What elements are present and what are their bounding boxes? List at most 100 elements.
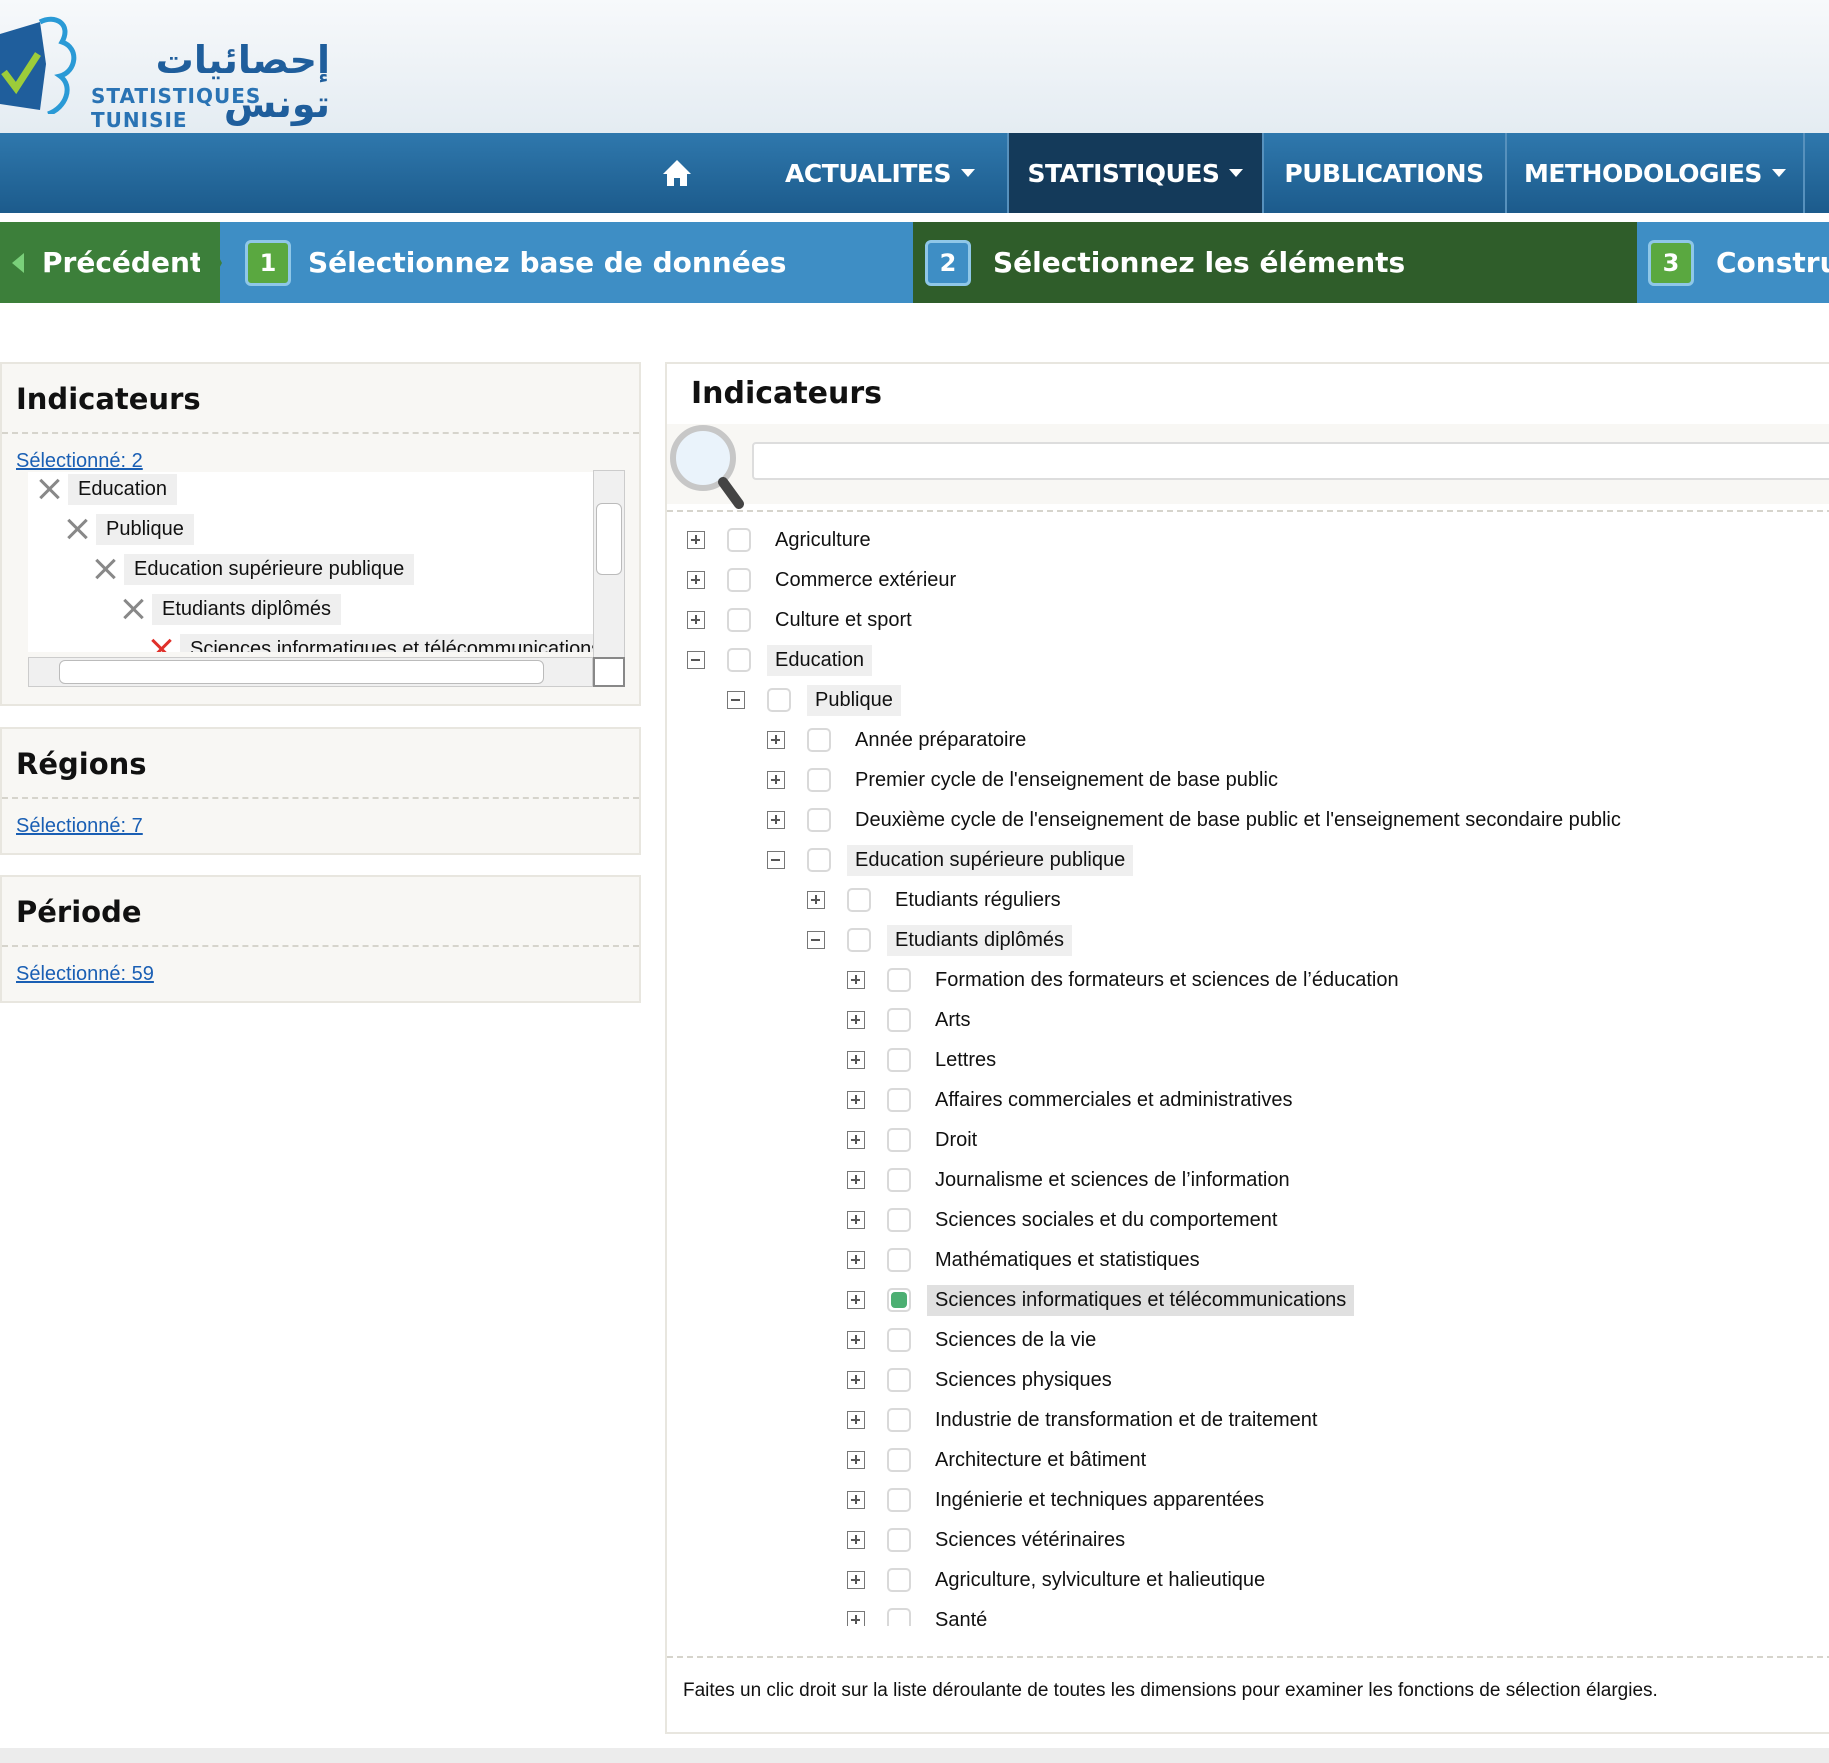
tree-node[interactable]: Culture et sport: [687, 602, 920, 638]
expand-icon[interactable]: [847, 971, 865, 989]
expand-icon[interactable]: [847, 1491, 865, 1509]
remove-icon[interactable]: [148, 636, 174, 652]
horizontal-scrollbar[interactable]: [28, 657, 593, 687]
nav-actualites[interactable]: ACTUALITES: [780, 133, 980, 213]
checkbox[interactable]: [807, 728, 831, 752]
expand-icon[interactable]: [847, 1331, 865, 1349]
tree-node[interactable]: Sciences vétérinaires: [847, 1522, 1133, 1558]
expand-icon[interactable]: [847, 1091, 865, 1109]
checkbox[interactable]: [887, 1208, 911, 1232]
checkbox[interactable]: [887, 1248, 911, 1272]
expand-icon[interactable]: [687, 571, 705, 589]
checkbox[interactable]: [727, 608, 751, 632]
step-3-label[interactable]: Construi: [1716, 222, 1829, 303]
vertical-scrollbar[interactable]: [593, 470, 625, 660]
site-logo[interactable]: إحصائيات تونس STATISTIQUES TUNISIE: [0, 14, 330, 132]
expand-icon[interactable]: [847, 1131, 865, 1149]
regions-selected-link[interactable]: Sélectionné: 7: [16, 815, 143, 838]
expand-icon[interactable]: [687, 531, 705, 549]
indicator-tree[interactable]: Agriculture Commerce extérieur Culture e…: [677, 514, 1829, 1626]
tree-node[interactable]: Droit: [847, 1122, 985, 1158]
checkbox[interactable]: [887, 1528, 911, 1552]
checkbox[interactable]: [807, 768, 831, 792]
tree-node[interactable]: Formation des formateurs et sciences de …: [847, 962, 1407, 998]
checkbox[interactable]: [887, 1088, 911, 1112]
checkbox[interactable]: [887, 1568, 911, 1592]
expand-icon[interactable]: [847, 1011, 865, 1029]
expand-icon[interactable]: [847, 1291, 865, 1309]
tree-node[interactable]: Journalisme et sciences de l’information: [847, 1162, 1298, 1198]
search-input[interactable]: [752, 442, 1829, 480]
tree-node[interactable]: Commerce extérieur: [687, 562, 964, 598]
expand-icon[interactable]: [847, 1411, 865, 1429]
checkbox[interactable]: [727, 648, 751, 672]
tree-node[interactable]: Affaires commerciales et administratives: [847, 1082, 1301, 1118]
tree-node[interactable]: Agriculture: [687, 522, 879, 558]
checkbox[interactable]: [887, 1448, 911, 1472]
tree-node[interactable]: Publique: [727, 682, 901, 718]
collapse-icon[interactable]: [807, 931, 825, 949]
tree-node[interactable]: Etudiants réguliers: [807, 882, 1069, 918]
checkbox[interactable]: [727, 528, 751, 552]
tree-node[interactable]: Arts: [847, 1002, 979, 1038]
checkbox[interactable]: [887, 1408, 911, 1432]
expand-icon[interactable]: [847, 1051, 865, 1069]
checkbox[interactable]: [847, 928, 871, 952]
remove-icon[interactable]: [36, 476, 62, 502]
tree-node[interactable]: Lettres: [847, 1042, 1004, 1078]
checkbox[interactable]: [887, 1048, 911, 1072]
previous-step-button[interactable]: Précédent: [0, 222, 220, 303]
scroll-thumb[interactable]: [59, 660, 544, 684]
expand-icon[interactable]: [847, 1211, 865, 1229]
checkbox[interactable]: [887, 1328, 911, 1352]
expand-icon[interactable]: [847, 1611, 865, 1626]
step-1-label[interactable]: Sélectionnez base de données: [308, 222, 786, 303]
periode-selected-link[interactable]: Sélectionné: 59: [16, 963, 154, 986]
nav-statistiques[interactable]: STATISTIQUES: [1009, 133, 1262, 213]
expand-icon[interactable]: [807, 891, 825, 909]
checkbox[interactable]: [887, 1608, 911, 1626]
nav-methodologies[interactable]: METHODOLOGIES: [1507, 133, 1803, 213]
remove-icon[interactable]: [120, 596, 146, 622]
checkbox[interactable]: [887, 1168, 911, 1192]
checkbox[interactable]: [887, 1008, 911, 1032]
tree-node[interactable]: Education supérieure publique: [767, 842, 1134, 878]
tree-node[interactable]: Santé: [847, 1602, 995, 1626]
selected-indicator-tree[interactable]: Education Publique Education supérieure …: [28, 472, 593, 652]
nav-publications[interactable]: PUBLICATIONS: [1264, 133, 1504, 213]
collapse-icon[interactable]: [687, 651, 705, 669]
tree-node[interactable]: Année préparatoire: [767, 722, 1034, 758]
checkbox[interactable]: [887, 1128, 911, 1152]
tree-node[interactable]: Agriculture, sylviculture et halieutique: [847, 1562, 1273, 1598]
checkbox[interactable]: [887, 1368, 911, 1392]
remove-icon[interactable]: [64, 516, 90, 542]
checkbox[interactable]: [887, 968, 911, 992]
tree-node[interactable]: Architecture et bâtiment: [847, 1442, 1154, 1478]
tree-node[interactable]: Sciences de la vie: [847, 1322, 1104, 1358]
scroll-thumb[interactable]: [596, 503, 622, 575]
tree-node[interactable]: Premier cycle de l'enseignement de base …: [767, 762, 1286, 798]
checkbox[interactable]: [847, 888, 871, 912]
tree-node[interactable]: Education: [687, 642, 872, 678]
checkbox[interactable]: [767, 688, 791, 712]
tree-node[interactable]: Industrie de transformation et de traite…: [847, 1402, 1325, 1438]
expand-icon[interactable]: [847, 1371, 865, 1389]
checkbox[interactable]: [727, 568, 751, 592]
expand-icon[interactable]: [847, 1531, 865, 1549]
checkbox[interactable]: [807, 848, 831, 872]
tree-node[interactable]: Sciences physiques: [847, 1362, 1120, 1398]
remove-icon[interactable]: [92, 556, 118, 582]
tree-node[interactable]: Ingénierie et techniques apparentées: [847, 1482, 1272, 1518]
step-2-active[interactable]: 2 Sélectionnez les éléments: [913, 222, 1637, 303]
checkbox-checked[interactable]: [887, 1288, 911, 1312]
expand-icon[interactable]: [847, 1171, 865, 1189]
tree-node[interactable]: Sciences sociales et du comportement: [847, 1202, 1285, 1238]
expand-icon[interactable]: [687, 611, 705, 629]
tree-node[interactable]: Etudiants diplômés: [807, 922, 1072, 958]
nav-home[interactable]: [640, 133, 714, 213]
checkbox[interactable]: [887, 1488, 911, 1512]
search-icon[interactable]: [669, 420, 749, 510]
tree-node[interactable]: Mathématiques et statistiques: [847, 1242, 1208, 1278]
tree-node[interactable]: Sciences informatiques et télécommunicat…: [847, 1282, 1355, 1318]
expand-icon[interactable]: [847, 1571, 865, 1589]
